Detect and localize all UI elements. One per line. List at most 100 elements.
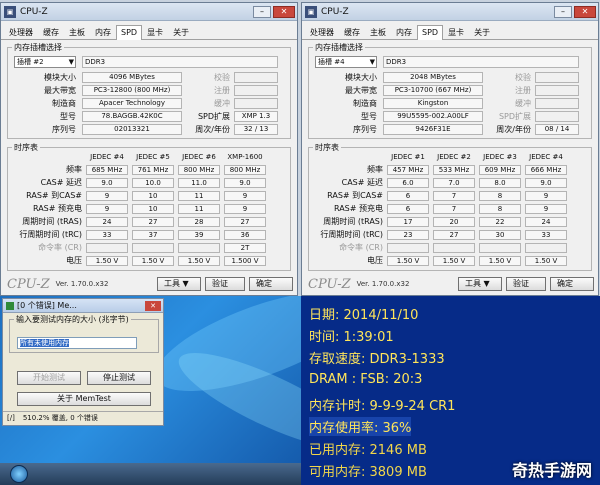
label-part-number: 型号	[60, 112, 76, 121]
about-button[interactable]: 关于 MemTest	[17, 392, 151, 406]
validate-button[interactable]: 验证	[205, 277, 245, 291]
value-serial: 02013321	[82, 124, 182, 135]
tools-button[interactable]: 工具 ▼	[458, 277, 502, 291]
timing-cell: 1.50 V	[86, 256, 128, 266]
title-bar[interactable]: ▣ CPU-Z – ✕	[1, 3, 297, 21]
tab-cache[interactable]: 缓存	[38, 24, 64, 39]
tab-about[interactable]: 关于	[469, 24, 495, 39]
value-part-number: 78.BAGGB.42K0C	[82, 111, 182, 122]
cpuz-app-icon: ▣	[4, 5, 16, 18]
size-group-label: 输入要测试内存的大小 (兆字节)	[14, 314, 131, 325]
window-title: CPU-Z	[20, 6, 48, 17]
timing-cell: 800 MHz	[178, 165, 220, 175]
tab-cpu[interactable]: 处理器	[305, 24, 339, 39]
timing-cell: 11	[178, 204, 220, 214]
timing-cell: 1.50 V	[387, 256, 429, 266]
timing-cell: 36	[224, 230, 266, 240]
row-module-size: 模块大小 4096 MBytes 校验	[8, 72, 290, 84]
title-bar[interactable]: [0 个错误] Me... ✕	[3, 299, 163, 313]
timing-label: RAS# 到CAS#	[26, 191, 82, 200]
timing-cell: 11	[178, 191, 220, 201]
timing-label: 行周期时间 (tRC)	[19, 230, 82, 239]
value-module-size: 4096 MBytes	[82, 72, 182, 83]
memory-type: DDR3	[82, 56, 278, 68]
minimize-button[interactable]: –	[554, 5, 572, 18]
tools-label: 工具	[465, 279, 481, 288]
timing-header: JEDEC #1	[391, 153, 425, 161]
info-available-memory: 可用内存: 3809 MB	[309, 465, 427, 480]
size-input[interactable]: 所有未使用内存	[17, 337, 137, 349]
slot-select[interactable]: 插槽 #2 ▼	[14, 56, 76, 68]
tab-memory[interactable]: 内存	[391, 24, 417, 39]
timing-cell	[387, 243, 429, 253]
timing-cell: 9.0	[525, 178, 567, 188]
cpuz-brand-logo: CPU-Z	[7, 276, 50, 292]
timing-cell: 9	[525, 204, 567, 214]
close-button[interactable]: ✕	[273, 5, 295, 18]
row-part-number: 型号 78.BAGGB.42K0C SPD扩展 XMP 1.3	[8, 111, 290, 123]
value-spd-ext: XMP 1.3	[234, 111, 278, 122]
slot-section-label: 内存插槽选择	[313, 42, 365, 53]
memory-type: DDR3	[383, 56, 579, 68]
label-serial: 序列号	[52, 125, 76, 134]
info-time: 时间: 1:39:01	[309, 330, 394, 345]
tab-graphics[interactable]: 显卡	[142, 24, 168, 39]
close-button[interactable]: ✕	[145, 300, 161, 311]
label-spd-ext: SPD扩展	[498, 112, 531, 121]
slot-section-label: 内存插槽选择	[12, 42, 64, 53]
tab-about[interactable]: 关于	[168, 24, 194, 39]
timing-cell: 27	[132, 217, 174, 227]
ok-button[interactable]: 确定	[550, 277, 594, 291]
label-checksum: 校验	[214, 73, 230, 82]
chevron-down-icon: ▼	[68, 58, 74, 66]
ok-button[interactable]: 确定	[249, 277, 293, 291]
timing-label: RAS# 预充电	[333, 204, 383, 213]
label-week-year: 周次/年份	[195, 125, 230, 134]
timing-cell: 1.500 V	[224, 256, 266, 266]
row-serial: 序列号 9426F31E 周次/年份 08 / 14	[309, 124, 591, 136]
value-checksum	[234, 72, 278, 83]
tab-mainboard[interactable]: 主板	[365, 24, 391, 39]
tab-spd[interactable]: SPD	[116, 25, 143, 40]
tab-cpu[interactable]: 处理器	[4, 24, 38, 39]
tab-graphics[interactable]: 显卡	[443, 24, 469, 39]
slot-select-value: 插槽 #2	[17, 58, 44, 66]
stop-test-button[interactable]: 停止测试	[87, 371, 151, 385]
timing-cell: 39	[178, 230, 220, 240]
timing-cell: 27	[224, 217, 266, 227]
row-part-number: 型号 99U5595-002.A00LF SPD扩展	[309, 111, 591, 123]
start-button[interactable]	[10, 465, 28, 483]
title-bar[interactable]: ▣ CPU-Z – ✕	[302, 3, 598, 21]
watermark-logo: 奇热手游网	[511, 461, 592, 480]
timing-header: JEDEC #3	[483, 153, 517, 161]
tab-cache[interactable]: 缓存	[339, 24, 365, 39]
timings-group: 时序表 JEDEC #1 JEDEC #2 JEDEC #3 JEDEC #4 …	[308, 142, 592, 271]
tab-mainboard[interactable]: 主板	[64, 24, 90, 39]
timing-cell: 28	[178, 217, 220, 227]
timing-cell: 9.0	[86, 178, 128, 188]
timing-cell: 33	[86, 230, 128, 240]
slot-select[interactable]: 插槽 #4 ▼	[315, 56, 377, 68]
value-registered	[535, 85, 579, 96]
minimize-button[interactable]: –	[253, 5, 271, 18]
timing-header: JEDEC #4	[90, 153, 124, 161]
timing-label: 频率	[367, 165, 383, 174]
timing-cell: 24	[525, 217, 567, 227]
timings-group: 时序表 JEDEC #4 JEDEC #5 JEDEC #6 XMP-1600 …	[7, 142, 291, 271]
value-week-year: 32 / 13	[234, 124, 278, 135]
tab-memory[interactable]: 内存	[90, 24, 116, 39]
timing-cell: 10	[132, 204, 174, 214]
timing-cell: 8	[479, 204, 521, 214]
timing-cell: 30	[479, 230, 521, 240]
close-button[interactable]: ✕	[574, 5, 596, 18]
value-registered	[234, 85, 278, 96]
validate-button[interactable]: 验证	[506, 277, 546, 291]
cpuz-brand-logo: CPU-Z	[308, 276, 351, 292]
start-test-button[interactable]: 开始测试	[17, 371, 81, 385]
tools-button[interactable]: 工具 ▼	[157, 277, 201, 291]
tab-spd[interactable]: SPD	[417, 25, 444, 40]
timing-cell: 2T	[224, 243, 266, 253]
size-input-value: 所有未使用内存	[20, 339, 69, 347]
tools-label: 工具	[164, 279, 180, 288]
footer: CPU-Z Ver. 1.70.0.x32 工具 ▼ 验证 确定	[302, 273, 598, 295]
